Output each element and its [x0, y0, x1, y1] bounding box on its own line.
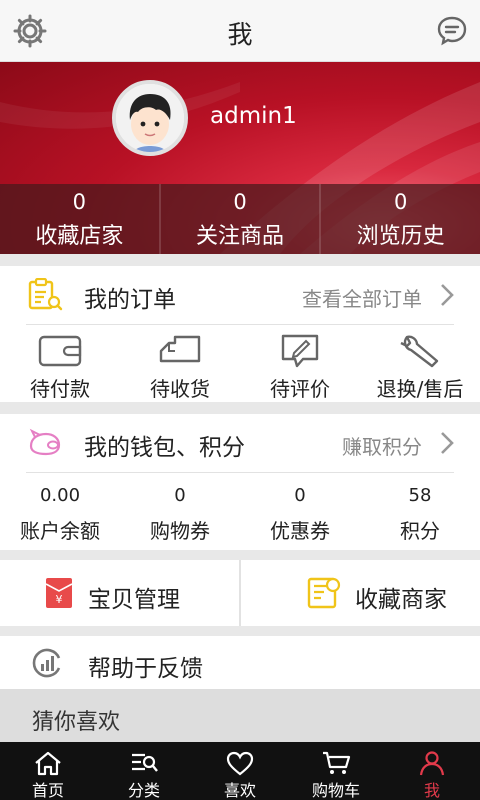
order-pending-review[interactable]: 待评价 [240, 325, 360, 405]
wallet-value: 58 [408, 485, 432, 506]
help-feedback-row[interactable]: 帮助于反馈 [0, 636, 480, 689]
tab-label: 喜欢 [223, 781, 256, 800]
wallet-label: 购物券 [150, 519, 210, 543]
wallet-value: 0 [294, 485, 306, 506]
order-status-label: 待付款 [30, 377, 90, 401]
profile-stats: 0 收藏店家 0 关注商品 0 浏览历史 [0, 184, 480, 254]
wallet-label: 优惠券 [270, 519, 330, 543]
clipboard-icon [28, 278, 63, 311]
tools-row: ¥ 宝贝管理 收藏商家 [0, 560, 480, 626]
wallet-label: 账户余额 [20, 519, 100, 543]
home-icon [35, 751, 61, 776]
page-title: 我 [227, 20, 253, 49]
earn-points-link[interactable]: 赚取积分 [342, 431, 422, 460]
tab-cart[interactable]: 购物车 [288, 742, 384, 800]
avatar[interactable] [112, 80, 188, 156]
truck-icon [159, 335, 201, 363]
recommendations-header: 猜你喜欢 [0, 689, 480, 742]
username: admin1 [210, 103, 297, 129]
recommendations-title: 猜你喜欢 [32, 710, 121, 735]
wallet-value: 0.00 [39, 485, 81, 506]
orders-card: 我的订单 查看全部订单 待付款 待收货 待评价 退换/售后 [0, 266, 480, 402]
stat-value: 0 [393, 190, 408, 214]
heart-icon [226, 751, 254, 776]
category-icon [132, 753, 158, 772]
favorite-list-icon [307, 577, 341, 609]
tab-me[interactable]: 我 [384, 742, 480, 800]
order-pending-payment[interactable]: 待付款 [0, 325, 120, 405]
cart-icon [323, 751, 351, 774]
product-management-button[interactable]: ¥ 宝贝管理 [0, 560, 241, 626]
order-pending-receipt[interactable]: 待收货 [120, 325, 240, 405]
piggy-bank-icon [29, 428, 61, 456]
bottom-tab-bar: 首页 分类 喜欢 购物车 我 [0, 742, 480, 800]
orders-title: 我的订单 [84, 287, 176, 313]
wallet-shopping-vouchers[interactable]: 0 购物券 [120, 473, 240, 551]
orders-header[interactable]: 我的订单 查看全部订单 [0, 266, 480, 324]
help-feedback-label: 帮助于反馈 [88, 656, 203, 682]
stat-label: 关注商品 [196, 224, 285, 249]
wallet-points[interactable]: 58 积分 [360, 473, 480, 551]
wallet-icon [38, 335, 82, 367]
stat-favorite-stores[interactable]: 0 收藏店家 [0, 184, 161, 254]
wallet-title: 我的钱包、积分 [84, 435, 245, 461]
stat-value: 0 [233, 190, 247, 214]
favorite-merchants-label: 收藏商家 [355, 587, 447, 613]
chevron-right-icon [441, 284, 454, 306]
wallet-header[interactable]: 我的钱包、积分 赚取积分 [0, 414, 480, 472]
tab-likes[interactable]: 喜欢 [192, 742, 288, 800]
order-status-grid: 待付款 待收货 待评价 退换/售后 [0, 325, 480, 405]
tab-home[interactable]: 首页 [0, 742, 96, 800]
tab-label: 分类 [127, 781, 160, 800]
stat-followed-products[interactable]: 0 关注商品 [160, 184, 322, 254]
favorite-merchants-button[interactable]: 收藏商家 [241, 560, 480, 626]
tab-label: 购物车 [311, 781, 360, 800]
wrench-icon [400, 335, 439, 368]
user-icon [419, 751, 445, 776]
wallet-label: 积分 [400, 519, 440, 543]
wallet-coupons[interactable]: 0 优惠券 [240, 473, 360, 551]
red-envelope-icon: ¥ [45, 578, 73, 608]
tab-category[interactable]: 分类 [96, 742, 192, 800]
stat-label: 浏览历史 [356, 224, 445, 249]
stat-label: 收藏店家 [35, 224, 124, 249]
order-status-label: 退换/售后 [376, 377, 464, 401]
wallet-card: 我的钱包、积分 赚取积分 0.00 账户余额 0 购物券 0 优惠券 58 积分 [0, 414, 480, 550]
wallet-value: 0 [174, 485, 186, 506]
stat-browse-history[interactable]: 0 浏览历史 [321, 184, 480, 254]
stat-value: 0 [72, 190, 87, 214]
chevron-right-icon [441, 432, 454, 454]
order-status-label: 待评价 [270, 377, 330, 401]
svg-text:¥: ¥ [56, 593, 63, 606]
product-management-label: 宝贝管理 [88, 587, 180, 613]
chart-progress-icon [32, 648, 61, 678]
tab-label: 首页 [31, 781, 64, 800]
avatar-face-icon [116, 84, 184, 152]
wallet-balance[interactable]: 0.00 账户余额 [0, 473, 120, 551]
order-returns-aftersales[interactable]: 退换/售后 [360, 325, 480, 405]
message-icon[interactable] [436, 14, 468, 46]
top-bar: 我 [0, 0, 480, 62]
wallet-grid: 0.00 账户余额 0 购物券 0 优惠券 58 积分 [0, 473, 480, 551]
view-all-orders-link[interactable]: 查看全部订单 [302, 283, 422, 312]
review-icon [281, 334, 319, 368]
tab-label: 我 [423, 781, 440, 800]
order-status-label: 待收货 [150, 377, 210, 401]
